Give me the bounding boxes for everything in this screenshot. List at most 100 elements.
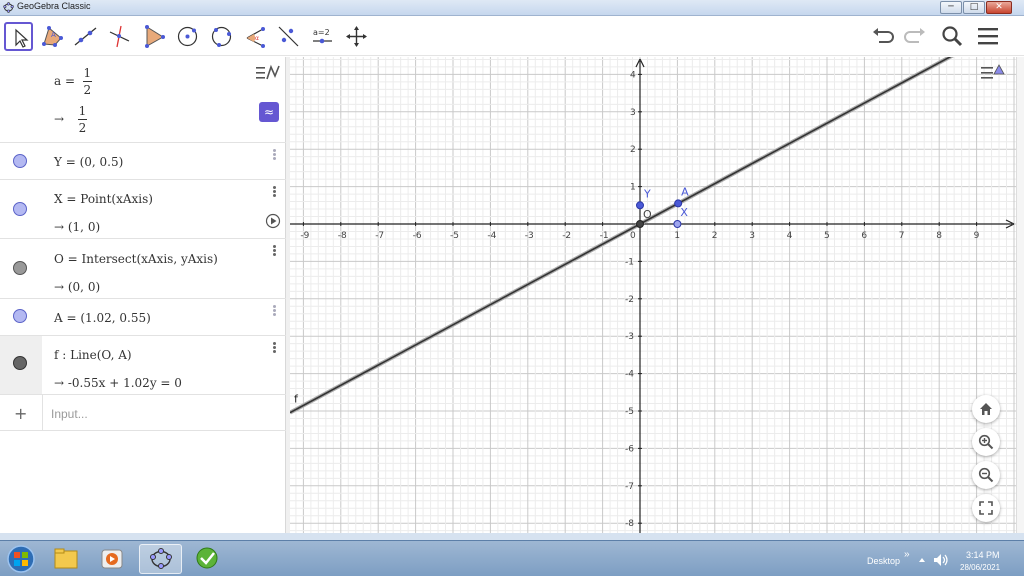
row-menu-icon[interactable] bbox=[270, 148, 278, 164]
y-tick-label: -8 bbox=[625, 519, 634, 529]
green-app-icon bbox=[196, 547, 218, 569]
start-button[interactable] bbox=[4, 544, 38, 574]
graphics-view[interactable]: -9 -8 -7 -6 -5 -4 -3 -2 -1 0 1 2 3 4 5 6 7 8 9 4 3 2 1 -1 -2 -3 -4… bbox=[290, 57, 1016, 533]
point-label-x: X bbox=[680, 206, 688, 219]
row-menu-icon[interactable] bbox=[270, 304, 278, 320]
clock-date[interactable]: 28/06/2021 bbox=[960, 563, 1000, 572]
angle-icon: α bbox=[246, 27, 265, 48]
toolbar-chevron-icon[interactable]: » bbox=[904, 549, 910, 560]
algebra-row-line-f[interactable]: f : Line(O, A) → -0.55x + 1.02y = 0 bbox=[0, 336, 286, 395]
graphics-style-icon bbox=[981, 64, 1005, 79]
taskbar-file-explorer[interactable] bbox=[48, 544, 84, 574]
clock-time[interactable]: 3:14 PM bbox=[966, 550, 1000, 560]
y-tick-label: -3 bbox=[625, 332, 634, 342]
algebra-row-point-x[interactable]: X = Point(xAxis) → (1, 0) bbox=[0, 180, 286, 239]
zoom-in-button[interactable] bbox=[972, 428, 1000, 456]
x-tick-label: -5 bbox=[450, 231, 459, 241]
point-o bbox=[636, 220, 644, 228]
circle-tool-button[interactable] bbox=[173, 22, 202, 51]
zoom-out-button[interactable] bbox=[972, 461, 1000, 489]
toggle-approximation-button[interactable]: ≈ bbox=[259, 102, 279, 122]
algebra-description-icon bbox=[256, 64, 280, 80]
algebra-row-point-a[interactable]: A = (1.02, 0.55) bbox=[0, 299, 286, 336]
close-window-button[interactable]: ✕ bbox=[986, 1, 1012, 14]
row-menu-icon[interactable] bbox=[270, 341, 278, 357]
maximize-button[interactable]: □ bbox=[963, 1, 985, 14]
point-x-definition: X = Point(xAxis) bbox=[54, 192, 153, 206]
play-animation-icon[interactable] bbox=[265, 213, 281, 229]
folder-icon bbox=[54, 548, 78, 569]
x-tick-label: 1 bbox=[674, 231, 680, 241]
add-input-plus-icon[interactable]: + bbox=[14, 404, 27, 423]
slider-tool-label: a=2 bbox=[313, 28, 330, 37]
perpendicular-line-tool-button[interactable] bbox=[105, 22, 134, 51]
home-icon bbox=[980, 403, 992, 415]
visibility-toggle-o[interactable] bbox=[13, 261, 27, 275]
taskbar-green-app[interactable] bbox=[186, 544, 229, 574]
geogebra-logo-icon bbox=[3, 2, 14, 13]
fraction-denominator: 2 bbox=[83, 83, 92, 97]
windows-taskbar: Desktop » 3:14 PM 28/06/2021 bbox=[0, 540, 1024, 576]
hamburger-menu-icon bbox=[978, 28, 998, 45]
title-bar: GeoGebra Classic ─ □ ✕ bbox=[0, 0, 1024, 16]
y-tick-label: 2 bbox=[630, 145, 636, 155]
slider-a-lhs: a = bbox=[54, 74, 76, 88]
visibility-toggle-f[interactable] bbox=[13, 356, 27, 370]
slider-a-fraction: 1 2 bbox=[82, 67, 92, 97]
search-button[interactable] bbox=[939, 23, 965, 49]
angle-tool-button[interactable]: α bbox=[241, 22, 270, 51]
line-f bbox=[290, 57, 952, 414]
main-menu-button[interactable] bbox=[975, 23, 1001, 49]
show-hidden-icons-icon[interactable] bbox=[918, 556, 926, 564]
polygon-icon: A bbox=[42, 26, 63, 47]
graphics-style-bar-button[interactable] bbox=[979, 61, 1009, 85]
vertical-scrollbar[interactable] bbox=[1016, 57, 1024, 533]
taskbar-geogebra[interactable] bbox=[139, 544, 182, 574]
standard-view-button[interactable] bbox=[972, 395, 1000, 423]
algebra-input-field[interactable]: Input... bbox=[51, 407, 88, 421]
line-f-definition: f : Line(O, A) bbox=[54, 348, 132, 362]
taskbar-media-player[interactable] bbox=[94, 544, 130, 574]
algebra-input-row[interactable]: + Input... bbox=[0, 395, 286, 431]
redo-button[interactable] bbox=[903, 23, 929, 49]
y-tick-label: -2 bbox=[625, 295, 634, 305]
row-menu-icon[interactable] bbox=[270, 244, 278, 260]
y-tick-label: -4 bbox=[625, 370, 634, 380]
slider-icon: a=2 bbox=[313, 28, 332, 44]
visibility-toggle-x[interactable] bbox=[13, 202, 27, 216]
x-tick-label: 2 bbox=[712, 231, 718, 241]
undo-button[interactable] bbox=[869, 23, 895, 49]
line-tool-button[interactable] bbox=[71, 22, 100, 51]
y-tick-label: -5 bbox=[625, 407, 634, 417]
reflect-tool-button[interactable] bbox=[274, 22, 303, 51]
circle-three-points-tool-button[interactable] bbox=[207, 22, 236, 51]
fullscreen-button[interactable] bbox=[972, 494, 1000, 522]
algebra-row-point-o[interactable]: O = Intersect(xAxis, yAxis) → (0, 0) bbox=[0, 239, 286, 299]
y-tick-label: 1 bbox=[630, 183, 636, 193]
angle-bisector-tool-button[interactable] bbox=[139, 22, 168, 51]
point-x bbox=[673, 220, 682, 228]
point-label-a: A bbox=[681, 185, 689, 198]
volume-icon[interactable] bbox=[933, 553, 949, 567]
x-tick-label: -3 bbox=[525, 231, 534, 241]
point-label-y: Y bbox=[643, 187, 651, 200]
algebra-row-slider-a[interactable]: a = 1 2 → 1 2 ≈ bbox=[0, 57, 286, 143]
line-f-halo bbox=[290, 57, 955, 415]
visibility-toggle-a[interactable] bbox=[13, 309, 27, 323]
algebra-row-point-y[interactable]: Y = (0, 0.5) bbox=[0, 143, 286, 180]
polygon-tool-button[interactable]: A bbox=[38, 22, 67, 51]
graphics-canvas[interactable]: -9 -8 -7 -6 -5 -4 -3 -2 -1 0 1 2 3 4 5 6 7 8 94321-1-2-3-4… bbox=[290, 57, 1016, 533]
row-menu-icon[interactable] bbox=[270, 185, 278, 201]
search-icon bbox=[942, 26, 963, 47]
move-cross-arrows-icon bbox=[346, 26, 367, 47]
algebra-style-bar-button[interactable] bbox=[254, 62, 282, 84]
y-tick-label: 3 bbox=[630, 108, 636, 118]
minimize-button[interactable]: ─ bbox=[940, 1, 962, 14]
move-tool-button[interactable] bbox=[4, 22, 33, 51]
visibility-toggle-y[interactable] bbox=[13, 154, 27, 168]
svg-text:α: α bbox=[255, 35, 259, 42]
move-graphics-tool-button[interactable] bbox=[342, 22, 371, 51]
desktop-toolbar-label[interactable]: Desktop bbox=[867, 556, 900, 566]
slider-tool-button[interactable]: a=2 bbox=[308, 22, 337, 51]
point-a bbox=[674, 199, 683, 208]
